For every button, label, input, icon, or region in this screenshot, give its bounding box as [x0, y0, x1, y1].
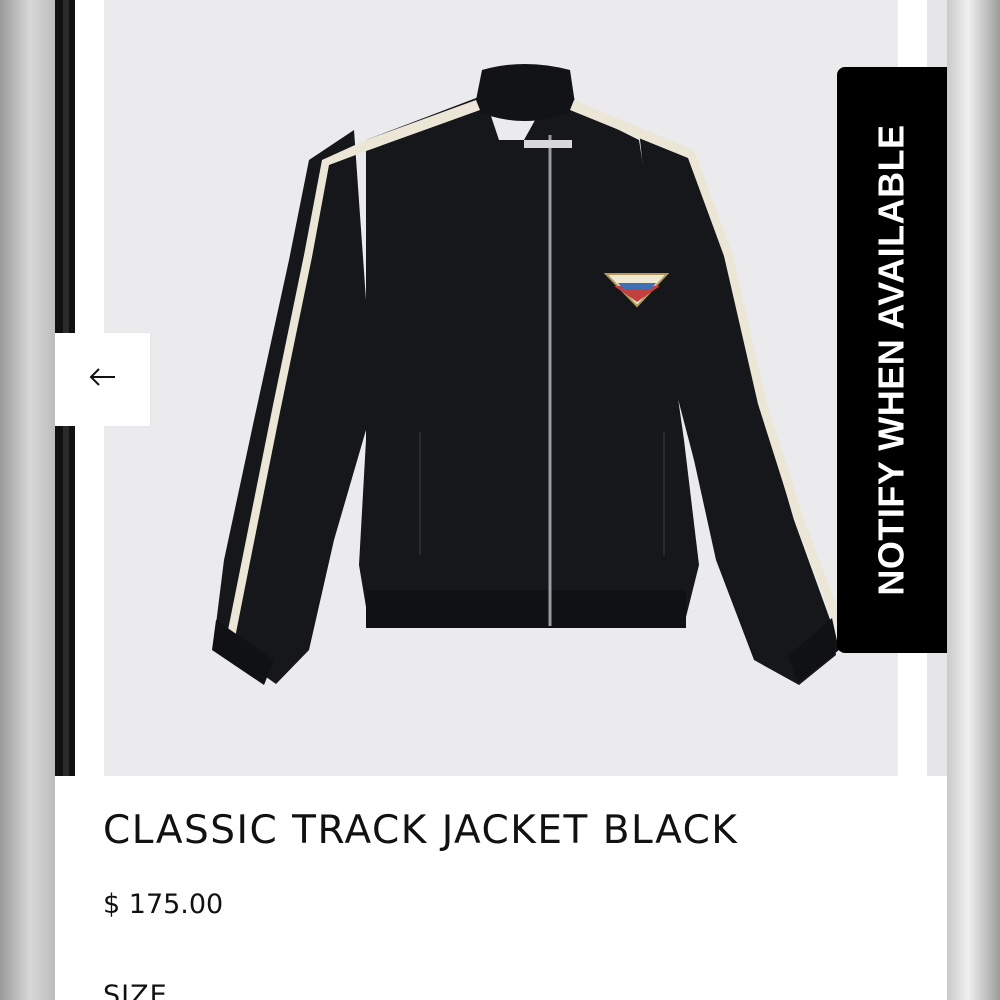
- product-screen: NOTIFY WHEN AVAILABLE CLASSIC TRACK JACK…: [55, 0, 947, 1000]
- product-price: $ 175.00: [103, 889, 224, 920]
- notify-button-label: NOTIFY WHEN AVAILABLE: [871, 124, 912, 596]
- size-label: SIZE: [103, 980, 168, 1000]
- product-title: CLASSIC TRACK JACKET BLACK: [103, 808, 739, 853]
- product-image[interactable]: [104, 0, 898, 776]
- device-bezel-left: [0, 0, 55, 1000]
- jacket-collar: [474, 64, 576, 121]
- device-bezel-right: [947, 0, 1000, 1000]
- notify-when-available-button[interactable]: NOTIFY WHEN AVAILABLE: [837, 67, 947, 653]
- neck-label: [524, 140, 572, 148]
- previous-image-button[interactable]: [55, 333, 150, 426]
- product-page: NOTIFY WHEN AVAILABLE CLASSIC TRACK JACK…: [0, 0, 1000, 1000]
- jacket-illustration: [212, 64, 842, 685]
- waistband: [366, 590, 686, 628]
- arrow-left-icon: [88, 367, 118, 392]
